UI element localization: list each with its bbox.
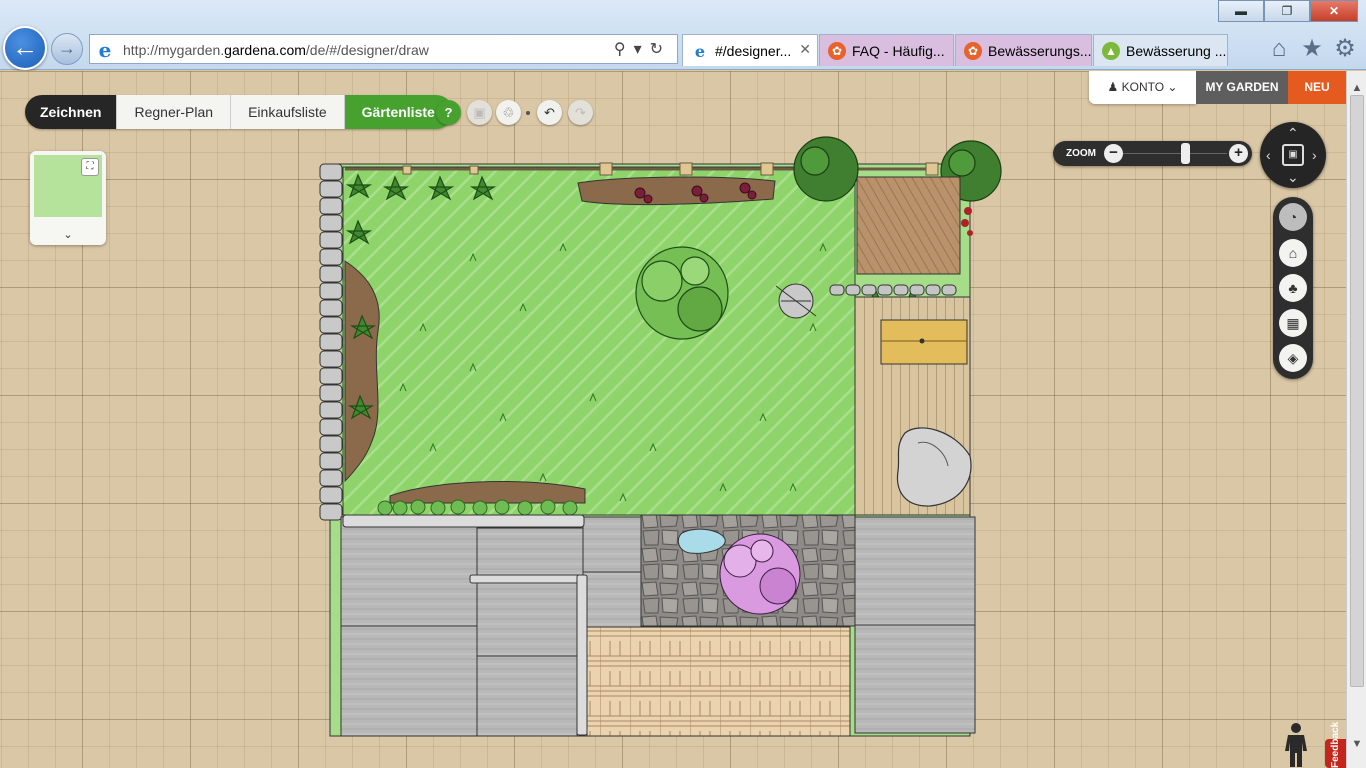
- window-controls: ▬ ❐ ✕: [1218, 0, 1358, 22]
- tool-column: ◔ ⌂ ♣ ▦ ◈: [1273, 197, 1313, 379]
- vertical-scrollbar[interactable]: ▲ ▼: [1346, 71, 1366, 768]
- mode-tabs: Zeichnen Regner-Plan Einkaufsliste Gärte…: [25, 95, 453, 129]
- scroll-down-icon[interactable]: ▼: [1347, 735, 1366, 753]
- grid-tool-icon[interactable]: ▦: [1279, 309, 1307, 337]
- pan-control[interactable]: ⌃ ⌄ ‹ › ▣: [1260, 122, 1326, 188]
- pan-left-icon[interactable]: ‹: [1266, 148, 1271, 162]
- search-icon[interactable]: ⚲: [614, 41, 634, 58]
- person-scale-icon[interactable]: [1279, 722, 1313, 768]
- address-bar[interactable]: e http://mygarden.gardena.com/de/#/desig…: [89, 34, 678, 64]
- tree-tool-icon[interactable]: ♣: [1279, 274, 1307, 302]
- minimap-thumbnail[interactable]: ⛶: [34, 155, 102, 217]
- home-icon[interactable]: ⌂: [1264, 34, 1294, 64]
- back-button[interactable]: ←: [3, 26, 47, 70]
- settings-gear-icon[interactable]: ⚙: [1330, 34, 1360, 64]
- house-tool-icon[interactable]: ⌂: [1279, 239, 1307, 267]
- close-tab-icon[interactable]: ✕: [799, 41, 811, 58]
- tab-bewaesserungs[interactable]: ✿ Bewässerungs...: [955, 34, 1092, 66]
- undo-icon[interactable]: ↶: [537, 100, 562, 125]
- my-garden-button[interactable]: MY GARDEN: [1196, 71, 1288, 104]
- dropdown-icon[interactable]: ▾: [634, 41, 650, 58]
- terrain-tool-icon[interactable]: ◔: [1279, 203, 1307, 231]
- chevron-down-icon: ⌄: [1167, 80, 1178, 94]
- fit-view-icon[interactable]: ⛶: [81, 158, 99, 176]
- zoom-label: ZOOM: [1066, 148, 1096, 159]
- zoom-out-button[interactable]: −: [1104, 144, 1123, 163]
- feedback-tab[interactable]: Feedback: [1325, 722, 1346, 768]
- tab-designer[interactable]: e #/designer... ✕: [682, 34, 818, 66]
- account-menu[interactable]: ♟ KONTO ⌄: [1089, 71, 1196, 104]
- scroll-thumb[interactable]: [1350, 95, 1364, 687]
- chevron-down-icon[interactable]: ⌄: [30, 228, 106, 241]
- garden-plan[interactable]: [0, 71, 1346, 768]
- center-view-icon[interactable]: ▣: [1282, 144, 1304, 166]
- tab-bewaesserung[interactable]: ▲ Bewässerung ...: [1093, 34, 1228, 66]
- zoom-track[interactable]: [1123, 153, 1227, 154]
- tab-zeichnen[interactable]: Zeichnen: [25, 95, 118, 129]
- ie-tab-icon: e: [694, 42, 706, 61]
- minimap[interactable]: ⛶ ⌄: [30, 151, 106, 245]
- pan-down-icon[interactable]: ⌄: [1287, 170, 1299, 184]
- url-text: http://mygarden.gardena.com/de/#/designe…: [123, 42, 429, 58]
- minimize-button[interactable]: ▬: [1218, 0, 1264, 22]
- tab-einkaufsliste[interactable]: Einkaufsliste: [231, 95, 345, 129]
- save-icon[interactable]: ▣: [467, 100, 492, 125]
- tab-faq[interactable]: ✿ FAQ - Häufig...: [819, 34, 954, 66]
- new-button[interactable]: NEU: [1288, 71, 1346, 104]
- maximize-button[interactable]: ❐: [1264, 0, 1310, 22]
- shrub: [635, 246, 729, 340]
- pan-right-icon[interactable]: ›: [1312, 148, 1317, 162]
- help-button[interactable]: ?: [436, 100, 461, 125]
- tab-regner-plan[interactable]: Regner-Plan: [117, 95, 232, 129]
- toolbar-separator: [526, 111, 530, 115]
- zoom-handle[interactable]: [1181, 143, 1191, 164]
- ie-logo-icon: e: [98, 38, 112, 62]
- select-tool-icon[interactable]: ◈: [1279, 344, 1307, 372]
- favorites-star-icon[interactable]: ★: [1297, 34, 1327, 64]
- pan-up-icon[interactable]: ⌃: [1287, 126, 1299, 140]
- plant-tab-icon: ▲: [1102, 42, 1120, 60]
- redo-icon[interactable]: ↷: [568, 100, 593, 125]
- address-tools: ⚲▾↻: [614, 39, 671, 59]
- gardena-tab-icon: ✿: [964, 42, 982, 60]
- trash-icon[interactable]: ♲: [496, 100, 521, 125]
- user-icon: ♟: [1107, 80, 1119, 94]
- browser-chrome: ▬ ❐ ✕ ← → e http://mygarden.gardena.com/…: [0, 0, 1366, 70]
- zoom-in-button[interactable]: +: [1229, 144, 1248, 163]
- gardena-tab-icon: ✿: [828, 42, 846, 60]
- forward-button[interactable]: →: [51, 33, 83, 65]
- refresh-icon[interactable]: ↻: [650, 41, 671, 58]
- flowering-shrub: [719, 533, 801, 615]
- zoom-control: ZOOM − +: [1053, 141, 1252, 166]
- garden-canvas[interactable]: Zeichnen Regner-Plan Einkaufsliste Gärte…: [0, 71, 1346, 768]
- close-window-button[interactable]: ✕: [1310, 0, 1358, 22]
